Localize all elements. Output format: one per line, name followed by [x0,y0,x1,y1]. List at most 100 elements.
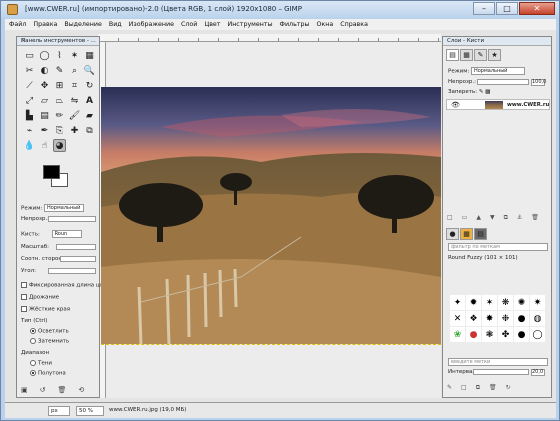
new-layer-icon[interactable]: □ [447,214,453,222]
menu-image[interactable]: Изображение [129,21,174,28]
lower-layer-icon[interactable]: ▼ [490,214,495,222]
smudge-icon[interactable]: ☝ [38,139,51,152]
measure-icon[interactable]: ⟋ [23,79,36,92]
reset-options-icon[interactable]: ⟲ [78,386,84,394]
lock-pixels-icon[interactable]: ✎ [479,89,484,95]
scale-icon[interactable]: ⤢ [23,94,36,107]
refresh-brushes-icon[interactable]: ↻ [506,384,511,392]
brush-item[interactable]: ❋ [498,295,513,310]
rotate-icon[interactable]: ↻ [83,79,96,92]
delete-options-icon[interactable]: 🗑 [58,386,67,394]
flip-icon[interactable]: ⇋ [68,94,81,107]
tab-patterns[interactable]: ▦ [460,228,473,240]
brush-item[interactable]: ✹ [466,295,481,310]
brush-filter-input[interactable]: фильтр по меткам [448,243,548,251]
brush-selector[interactable]: Roun [51,230,82,238]
anchor-layer-icon[interactable]: ⚓ [517,214,522,222]
brush-item[interactable]: ❉ [498,311,513,326]
foreground-select-icon[interactable]: ◐ [38,64,51,77]
blur-icon[interactable]: 💧 [23,139,36,152]
brush-item[interactable]: ◯ [530,327,545,342]
bucket-fill-icon[interactable]: ▙ [23,109,36,122]
align-icon[interactable]: ⊞ [53,79,66,92]
delete-layer-icon[interactable]: 🗑 [531,214,539,222]
clone-icon[interactable]: ⎘ [53,124,66,137]
brush-item[interactable]: ● [466,327,481,342]
lighten-radio[interactable] [30,328,36,334]
hard-edge-checkbox[interactable] [21,306,27,312]
tab-history[interactable]: ★ [488,49,501,61]
menu-edit[interactable]: Правка [33,21,57,28]
free-select-icon[interactable]: ⌇ [53,49,66,62]
brush-item[interactable]: ◍ [530,311,545,326]
fuzzy-select-icon[interactable]: ✶ [68,49,81,62]
fixed-length-checkbox[interactable] [21,282,27,288]
layer-item[interactable]: 👁 www.CWER.ru [446,99,550,110]
new-brush-icon[interactable]: □ [461,384,467,392]
scissors-icon[interactable]: ✂ [23,64,36,77]
layer-mode-dropdown[interactable]: Нормальный [470,67,525,75]
tab-gradients[interactable]: ▤ [474,228,487,240]
eye-icon[interactable]: 👁 [451,101,460,109]
perspective-icon[interactable]: ⏢ [53,94,66,107]
menu-tools[interactable]: Инструменты [227,21,272,28]
save-options-icon[interactable]: ▣ [21,386,28,394]
brush-item[interactable]: ● [514,327,529,342]
text-icon[interactable]: A [83,94,96,107]
brush-item[interactable]: ✺ [514,295,529,310]
rect-select-icon[interactable]: ▭ [23,49,36,62]
crop-icon[interactable]: ⌗ [68,79,81,92]
raise-layer-icon[interactable]: ▲ [476,214,481,222]
menu-layer[interactable]: Слой [181,21,197,28]
menu-select[interactable]: Выделение [64,21,102,28]
tab-layers[interactable]: ▤ [446,49,459,61]
delete-brush-icon[interactable]: 🗑 [489,384,497,392]
ellipse-select-icon[interactable]: ◯ [38,49,51,62]
brush-item[interactable]: ● [514,311,529,326]
airbrush-icon[interactable]: ⌁ [23,124,36,137]
eraser-icon[interactable]: ▰ [83,109,96,122]
scale-slider[interactable] [56,244,96,250]
tab-paths[interactable]: ✎ [474,49,487,61]
color-picker-icon[interactable]: ⌕ [68,64,81,77]
midtones-radio[interactable] [30,370,36,376]
mode-dropdown[interactable]: Нормальный [43,204,84,212]
brush-item[interactable]: ❖ [466,311,481,326]
menu-windows[interactable]: Окна [316,21,333,28]
tab-brushes[interactable]: ● [446,228,459,240]
image-canvas[interactable] [101,87,441,345]
menu-help[interactable]: Справка [340,21,368,28]
brush-item[interactable]: ✦ [450,295,465,310]
foreground-color-swatch[interactable] [43,165,60,179]
brush-item[interactable]: ✕ [450,311,465,326]
menu-color[interactable]: Цвет [204,21,220,28]
dodge-burn-icon[interactable]: ◕ [53,139,66,152]
ink-icon[interactable]: ✒ [38,124,51,137]
lock-alpha-icon[interactable]: ▩ [485,89,490,95]
paths-icon[interactable]: ✎ [53,64,66,77]
brush-item[interactable]: ✸ [482,311,497,326]
layer-opacity-value[interactable]: 100,0 [531,79,546,86]
duplicate-brush-icon[interactable]: ⧉ [476,384,480,392]
layer-opacity-slider[interactable] [477,79,529,85]
spacing-value[interactable]: 20,0 [531,369,545,376]
shear-icon[interactable]: ▱ [38,94,51,107]
perspective-clone-icon[interactable]: ⧉ [83,124,96,137]
close-button[interactable]: ✕ [519,2,555,15]
menu-file[interactable]: Файл [9,21,26,28]
move-icon[interactable]: ✥ [38,79,51,92]
zoom-icon[interactable]: 🔍 [83,64,96,77]
pencil-icon[interactable]: ✏ [53,109,66,122]
aspect-slider[interactable] [60,256,96,262]
opacity-slider[interactable] [48,216,96,222]
edit-brush-icon[interactable]: ✎ [447,384,452,392]
spacing-slider[interactable] [473,369,529,375]
restore-options-icon[interactable]: ↺ [40,386,46,394]
select-by-color-icon[interactable]: ▦ [83,49,96,62]
menu-filters[interactable]: Фильтры [280,21,310,28]
heal-icon[interactable]: ✚ [68,124,81,137]
duplicate-layer-icon[interactable]: ⧉ [504,214,508,222]
shadows-radio[interactable] [30,360,36,366]
minimize-button[interactable]: – [473,2,495,15]
menu-view[interactable]: Вид [109,21,122,28]
